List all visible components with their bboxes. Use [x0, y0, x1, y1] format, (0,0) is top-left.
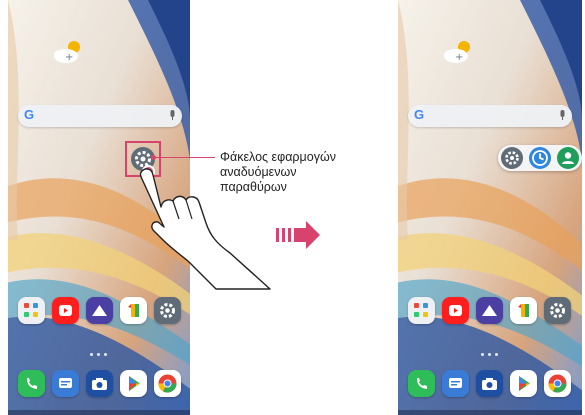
- grid-folder-icon[interactable]: [18, 297, 45, 324]
- callout-line: [153, 157, 215, 158]
- page-dot: [97, 353, 100, 356]
- navigation-bar: [8, 410, 190, 415]
- page-dot: [495, 353, 498, 356]
- popup-window-folder-expanded: [498, 145, 582, 171]
- youtube-icon[interactable]: [442, 297, 469, 324]
- microphone-icon[interactable]: [560, 110, 565, 120]
- settings-icon[interactable]: [154, 297, 181, 324]
- google-search-bar[interactable]: G: [18, 105, 182, 127]
- phone-icon[interactable]: [18, 370, 45, 397]
- camera-icon[interactable]: [476, 370, 503, 397]
- dock: [398, 370, 582, 404]
- page-dot: [90, 353, 93, 356]
- microphone-icon[interactable]: [170, 110, 175, 120]
- app-row: [8, 297, 190, 331]
- google-logo-icon: G: [414, 107, 425, 122]
- phone-screen-after: + G: [398, 0, 582, 415]
- play-store-icon[interactable]: [120, 370, 147, 397]
- messages-icon[interactable]: [442, 370, 469, 397]
- google-logo-icon: G: [24, 107, 35, 122]
- app-row: [398, 297, 582, 331]
- one-app-icon[interactable]: [510, 297, 537, 324]
- phone-icon[interactable]: [408, 370, 435, 397]
- play-store-icon[interactable]: [510, 370, 537, 397]
- page-indicator: [398, 353, 582, 359]
- page-indicator: [8, 353, 190, 359]
- google-search-bar[interactable]: G: [408, 105, 572, 127]
- weather-partly-cloudy-icon[interactable]: +: [440, 38, 476, 64]
- grid-folder-icon[interactable]: [408, 297, 435, 324]
- contacts-icon[interactable]: [557, 147, 579, 169]
- dock: [8, 370, 190, 404]
- page-dot: [488, 353, 491, 356]
- page-dot: [104, 353, 107, 356]
- settings-icon[interactable]: [544, 297, 571, 324]
- gallery-icon[interactable]: [476, 297, 503, 324]
- youtube-icon[interactable]: [52, 297, 79, 324]
- one-app-icon[interactable]: [120, 297, 147, 324]
- settings-icon[interactable]: [501, 147, 523, 169]
- page-dot: [481, 353, 484, 356]
- weather-partly-cloudy-icon[interactable]: +: [50, 38, 86, 64]
- svg-text:+: +: [65, 52, 73, 63]
- navigation-bar: [398, 410, 582, 415]
- right-arrow-icon: [276, 221, 320, 249]
- chrome-icon[interactable]: [154, 370, 181, 397]
- camera-icon[interactable]: [86, 370, 113, 397]
- chrome-icon[interactable]: [544, 370, 571, 397]
- svg-text:+: +: [455, 52, 463, 63]
- tapping-hand-icon: [139, 168, 271, 290]
- messages-icon[interactable]: [52, 370, 79, 397]
- gallery-icon[interactable]: [86, 297, 113, 324]
- clock-icon[interactable]: [529, 147, 551, 169]
